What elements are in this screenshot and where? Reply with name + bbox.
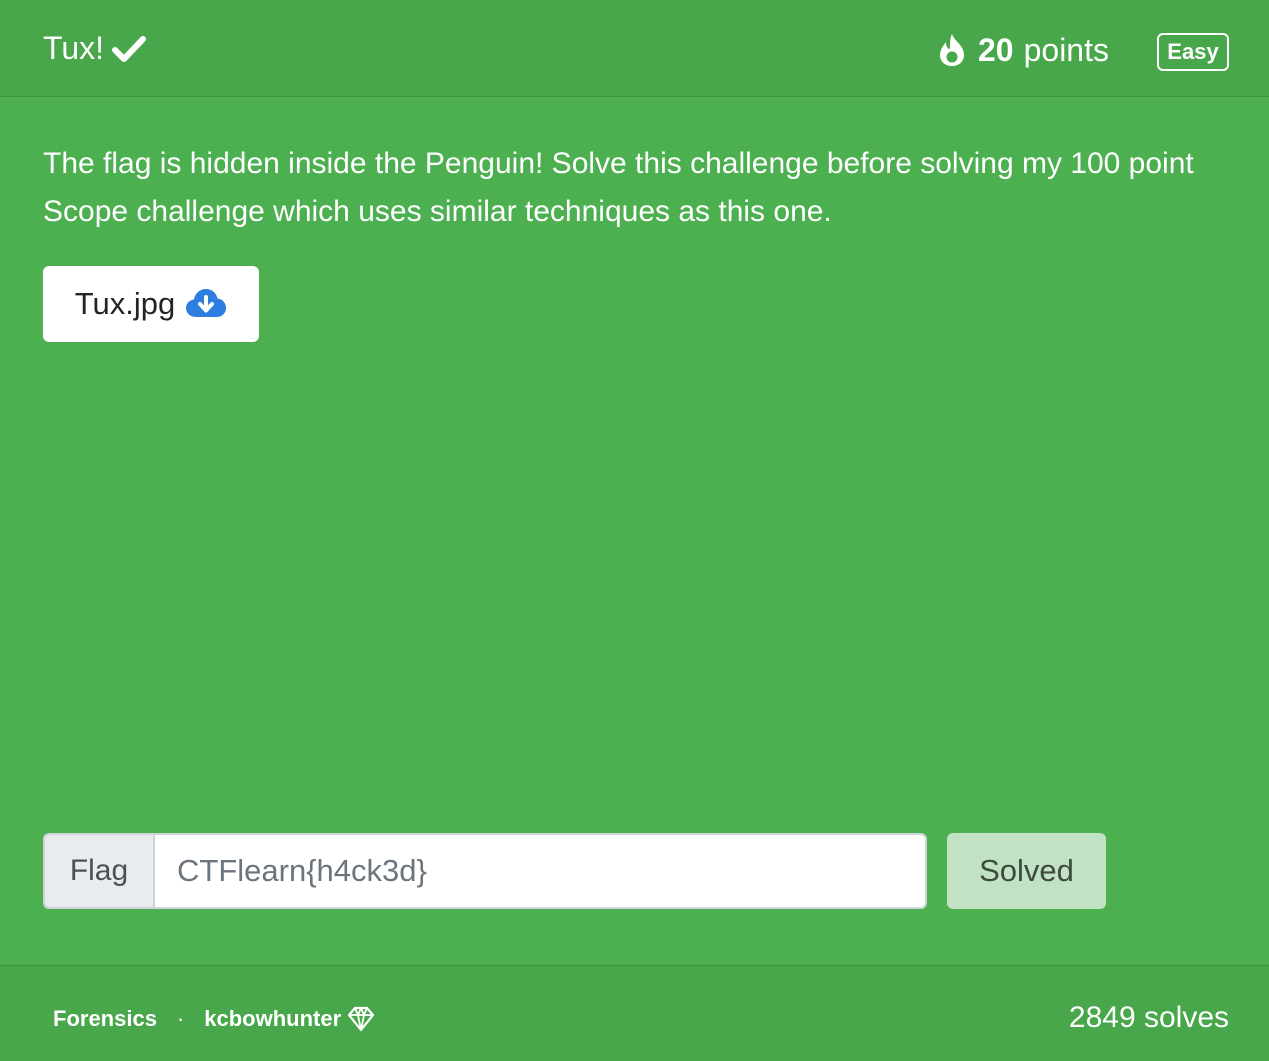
- file-name: Tux.jpg: [74, 286, 176, 321]
- cloud-download-icon: [185, 287, 227, 321]
- author-link[interactable]: kcbowhunter: [204, 1006, 341, 1032]
- flag-label: Flag: [45, 835, 155, 907]
- category-link[interactable]: Forensics: [53, 1006, 157, 1032]
- file-download-button[interactable]: Tux.jpg: [43, 266, 259, 342]
- flag-input-group: Flag: [43, 833, 927, 909]
- meta-separator: ·: [176, 1006, 185, 1031]
- solves-count: 2849 solves: [1068, 1001, 1229, 1034]
- check-icon: [112, 33, 147, 63]
- points-display: 20 points: [936, 28, 1109, 72]
- challenge-title: Tux!: [43, 28, 147, 68]
- challenge-meta: Forensics · kcbowhunter: [53, 1006, 375, 1032]
- difficulty-badge: Easy: [1157, 33, 1229, 71]
- card-header: Tux! 20 points Easy: [0, 0, 1269, 97]
- challenge-title-text: Tux!: [43, 30, 105, 66]
- author-info: kcbowhunter: [204, 1006, 375, 1032]
- solved-button[interactable]: Solved: [947, 833, 1106, 909]
- gem-icon: [347, 1006, 375, 1032]
- flame-icon: [936, 32, 968, 68]
- points-unit: points: [1023, 32, 1109, 68]
- card-footer: Forensics · kcbowhunter 2849 solves: [0, 965, 1269, 1061]
- challenge-description: The flag is hidden inside the Penguin! S…: [43, 147, 1194, 228]
- flag-input[interactable]: [155, 835, 925, 907]
- challenge-card: Tux! 20 points Easy The flag is hidden i…: [0, 0, 1269, 1061]
- points-value: 20: [978, 32, 1014, 68]
